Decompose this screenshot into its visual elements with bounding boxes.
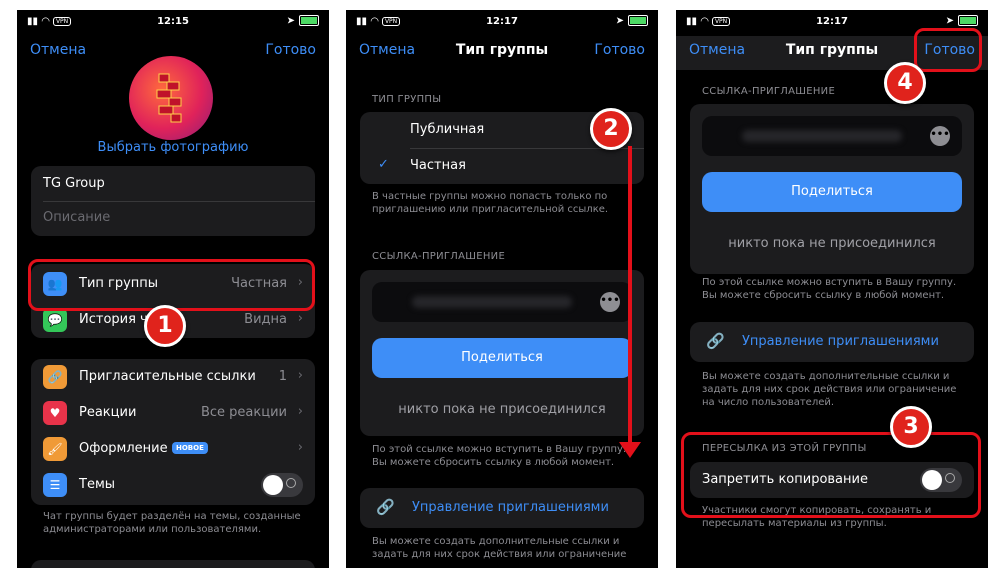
invite-link-card: ••• Поделиться никто пока не присоединил… (690, 104, 974, 274)
appearance-row[interactable]: 🖌 Оформление НОВОЕ › (31, 431, 315, 467)
public-label: Публичная (410, 122, 485, 137)
location-icon: ➤ (286, 15, 295, 27)
options-card: 🔗 Пригласительные ссылки 1 › ♥ Реакции В… (31, 359, 315, 505)
battery-icon (628, 15, 648, 26)
nav-bar: Отмена Тип группы Готово (346, 36, 658, 66)
chevron-right-icon: › (297, 440, 303, 455)
manage-caption: Вы можете создать дополнительные ссылки … (372, 536, 627, 560)
invite-link-card: ••• Поделиться никто пока не присоединил… (360, 270, 644, 436)
history-value: Видна (244, 312, 287, 327)
new-badge: НОВОЕ (172, 442, 208, 454)
topics-icon: ☰ (43, 473, 67, 497)
manage-caption: Вы можете создать дополнительные ссылки … (702, 371, 957, 408)
link-caption: По этой ссылке можно вступить в Вашу гру… (372, 444, 627, 468)
share-button[interactable]: Поделиться (702, 172, 962, 212)
private-label: Частная (410, 158, 466, 173)
topics-label: Темы (79, 477, 116, 492)
heart-icon: ♥ (43, 401, 67, 425)
reactions-row[interactable]: ♥ Реакции Все реакции › (31, 395, 315, 431)
reactions-label: Реакции (79, 405, 137, 420)
manage-invites-row[interactable]: 🔗 Управление приглашениями (360, 488, 644, 528)
screen-group-type: ▮▮ ◠ VPN 12:17 ➤ Отмена Тип группы Готово… (346, 10, 658, 568)
link-section-header: ССЫЛКА-ПРИГЛАШЕНИЕ (372, 251, 506, 262)
location-icon: ➤ (945, 15, 954, 27)
screen-group-type-scrolled: ▮▮ ◠ VPN 12:17 ➤ Отмена Тип группы Готово… (676, 10, 988, 568)
more-icon[interactable]: ••• (600, 292, 620, 312)
history-label: История ч (79, 312, 148, 327)
private-option[interactable]: ✓ Частная (360, 148, 644, 184)
topics-toggle[interactable] (261, 473, 303, 497)
status-time: 12:17 (486, 16, 518, 27)
invite-link-field[interactable]: ••• (372, 282, 632, 322)
chat-bubble-icon: 💬 (43, 308, 67, 332)
nobody-joined-text: никто пока не присоединился (728, 236, 936, 251)
appearance-label: Оформление (79, 441, 168, 456)
link-icon: 🔗 (43, 365, 67, 389)
status-time: 12:15 (157, 16, 189, 27)
step-badge-1: 1 (144, 305, 186, 347)
chevron-right-icon: › (297, 404, 303, 419)
next-card (31, 560, 315, 568)
battery-icon (299, 15, 319, 26)
topics-row: ☰ Темы (31, 467, 315, 503)
invite-links-row[interactable]: 🔗 Пригласительные ссылки 1 › (31, 359, 315, 395)
reactions-value: Все реакции (200, 405, 287, 420)
name-card: TG Group Описание (31, 166, 315, 236)
link-icon: 🔗 (376, 498, 395, 516)
divider (43, 201, 315, 202)
private-caption: В частные группы можно попасть только по… (372, 191, 609, 215)
highlight-done-box (914, 28, 982, 72)
avatar-graphic-icon (156, 73, 182, 123)
group-avatar[interactable] (129, 56, 213, 140)
invite-links-count: 1 (278, 369, 287, 384)
link-section-header: ССЫЛКА-ПРИГЛАШЕНИЕ (702, 86, 836, 97)
step-badge-2: 2 (590, 108, 632, 150)
status-time: 12:17 (816, 16, 848, 27)
battery-icon (958, 15, 978, 26)
location-icon: ➤ (615, 15, 624, 27)
step-badge-4: 4 (884, 62, 926, 104)
manage-invites-label: Управление приглашениями (742, 334, 939, 349)
brush-icon: 🖌 (43, 437, 67, 461)
more-icon[interactable]: ••• (930, 126, 950, 146)
invite-link-field[interactable]: ••• (702, 116, 962, 156)
link-icon: 🔗 (706, 332, 725, 350)
chevron-right-icon: › (297, 311, 303, 326)
manage-invites-label: Управление приглашениями (412, 500, 609, 515)
topics-caption: Чат группы будет разделён на темы, созда… (43, 511, 301, 535)
invite-links-label: Пригласительные ссылки (79, 369, 256, 384)
scroll-arrow-head (619, 442, 641, 458)
choose-photo-link[interactable]: Выбрать фотографию (17, 140, 329, 155)
done-button[interactable]: Готово (265, 42, 316, 58)
share-button[interactable]: Поделиться (372, 338, 632, 378)
manage-invites-row[interactable]: 🔗 Управление приглашениями (690, 322, 974, 362)
type-section-header: ТИП ГРУППЫ (372, 94, 442, 105)
description-input[interactable]: Описание (43, 210, 110, 225)
nobody-joined-text: никто пока не присоединился (398, 402, 606, 417)
group-name-input[interactable]: TG Group (43, 176, 105, 191)
done-button[interactable]: Готово (594, 42, 645, 58)
step-badge-3: 3 (890, 406, 932, 448)
checkmark-icon: ✓ (378, 157, 389, 172)
link-caption: По этой ссылке можно вступить в Вашу гру… (702, 277, 957, 301)
cancel-button[interactable]: Отмена (30, 42, 86, 58)
highlight-group-type-box (28, 259, 315, 311)
scroll-arrow-line (628, 146, 632, 446)
chevron-right-icon: › (297, 368, 303, 383)
status-bar: ▮▮ ◠ VPN 12:15 ➤ (17, 10, 329, 36)
highlight-forward-box (681, 432, 981, 518)
status-bar: ▮▮ ◠ VPN 12:17 ➤ (346, 10, 658, 36)
